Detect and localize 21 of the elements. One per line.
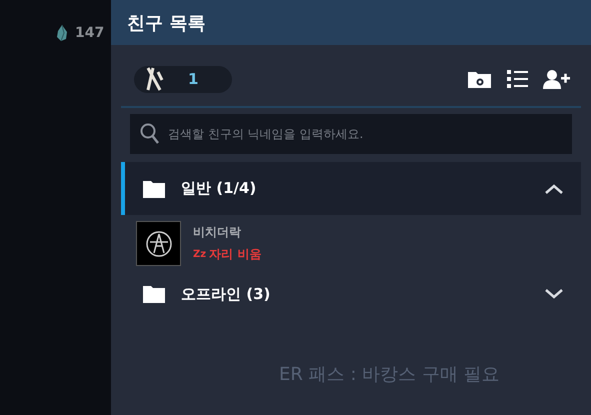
folder-icon (143, 285, 165, 303)
chevron-icon (545, 289, 563, 299)
search-icon (140, 123, 160, 145)
friend-name: 비치더락 (193, 224, 242, 241)
group-header[interactable]: 일반 (1/4) (121, 162, 581, 215)
currency-amount: 147 (75, 25, 104, 41)
logo-icon (144, 66, 164, 92)
folder-settings-icon[interactable] (467, 69, 493, 89)
list-icon[interactable] (507, 69, 529, 89)
friend-count-badge: 1 (134, 66, 232, 92)
add-friend-icon[interactable] (543, 69, 571, 89)
group-header[interactable]: 오프라인 (3) (121, 274, 581, 314)
background-text: ER 패스 : 바캉스 구매 필요 (279, 363, 501, 386)
window-title: 친구 목록 (127, 12, 206, 34)
gem-icon (55, 24, 69, 42)
sleep-mark: Zz (193, 249, 206, 260)
search-field[interactable]: 검색할 친구의 닉네임을 입력하세요. (130, 114, 572, 154)
friend-status: 자리 비움 (209, 246, 262, 263)
chevron-icon (545, 184, 563, 194)
folder-icon (143, 180, 165, 198)
emblem-icon (144, 230, 172, 258)
